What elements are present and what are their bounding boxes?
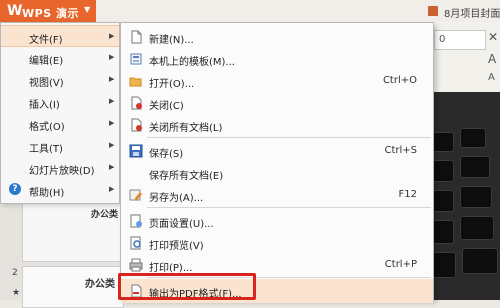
keyboard-image <box>460 186 492 208</box>
menu-item-tools[interactable]: 工具(T) ▶ <box>1 135 119 157</box>
menu-item-print-preview[interactable]: 打印预览(V) <box>121 231 433 255</box>
menu-item-label: 保存所有文档(E) <box>149 171 224 182</box>
font-grow-icon[interactable]: A <box>488 52 496 66</box>
submenu-arrow-icon: ▶ <box>109 141 115 149</box>
save-as-icon <box>129 189 142 201</box>
font-shrink-icon[interactable]: A <box>488 72 495 83</box>
menu-item-label: 打印预览(V) <box>149 241 204 252</box>
menu-item-label: 页面设置(U)... <box>149 219 214 230</box>
slide-thumbnail-text: 办公类 <box>91 210 119 220</box>
template-icon <box>130 53 142 65</box>
menu-item-slideshow[interactable]: 幻灯片放映(D) ▶ <box>1 157 119 179</box>
close-all-icon <box>131 118 142 132</box>
menu-item-new[interactable]: 新建(N)... <box>121 25 433 49</box>
keyboard-image <box>462 248 498 274</box>
menu-item-label: 保存(S) <box>149 149 184 160</box>
menu-item-shortcut: Ctrl+P <box>384 259 417 270</box>
title-bar: W WPS 演示 ▼ 8月项目封面 <box>0 0 500 23</box>
menu-item-label: 幻灯片放映(D) <box>29 166 95 177</box>
menu-item-save[interactable]: 保存(S) Ctrl+S <box>121 139 433 163</box>
menu-item-format[interactable]: 格式(O) ▶ <box>1 113 119 135</box>
wps-app-label: WPS 演示 <box>22 7 79 20</box>
wps-logo-icon: W <box>7 3 23 19</box>
menu-separator <box>147 207 431 208</box>
submenu-arrow-icon: ▶ <box>109 53 115 61</box>
slide-thumbnail[interactable]: 办公类 <box>22 266 124 308</box>
page-setup-icon <box>130 214 142 228</box>
menu-item-label: 视图(V) <box>29 78 64 89</box>
dropdown-arrow-icon: ▼ <box>84 5 91 14</box>
menu-item-label: 工具(T) <box>29 144 63 155</box>
wps-main-menu: 文件(F) ▶ 编辑(E) ▶ 视图(V) ▶ 插入(I) ▶ 格式(O) ▶ … <box>0 22 120 204</box>
clear-format-icon[interactable]: ✕ <box>488 30 498 44</box>
menu-item-label: 打印(P)... <box>149 263 193 274</box>
slide-thumbnail-text: 办公类 <box>85 279 115 290</box>
menu-item-shortcut: Ctrl+S <box>384 145 417 156</box>
menu-item-open[interactable]: 打开(O)... Ctrl+O <box>121 69 433 93</box>
font-size-value: 0 <box>439 34 446 45</box>
menu-item-label: 编辑(E) <box>29 56 64 67</box>
new-doc-icon <box>131 30 142 44</box>
font-size-input[interactable]: 0 <box>434 30 486 50</box>
print-preview-icon <box>130 236 141 250</box>
slides-panel: 办公类 2 ★ 办公类 <box>0 200 124 308</box>
submenu-arrow-icon: ▶ <box>109 97 115 105</box>
presentation-icon <box>428 6 438 16</box>
menu-item-label: 本机上的模板(M)... <box>149 57 235 68</box>
submenu-arrow-icon: ▶ <box>109 75 115 83</box>
menu-item-label: 另存为(A)... <box>149 193 204 204</box>
open-folder-icon <box>129 77 142 87</box>
document-title: 8月项目封面 <box>444 9 500 20</box>
file-submenu: 新建(N)... 本机上的模板(M)... 打开(O)... Ctrl+O 关闭… <box>120 22 434 303</box>
submenu-arrow-icon: ▶ <box>109 32 115 40</box>
slide-number: 2 <box>12 268 18 278</box>
menu-item-label: 关闭所有文档(L) <box>149 123 223 134</box>
menu-item-label: 关闭(C) <box>149 101 184 112</box>
menu-item-file[interactable]: 文件(F) ▶ <box>1 25 119 47</box>
keyboard-image <box>460 216 494 240</box>
menu-item-view[interactable]: 视图(V) ▶ <box>1 69 119 91</box>
menu-item-save-as[interactable]: 另存为(A)... F12 <box>121 183 433 207</box>
save-icon <box>129 144 143 158</box>
slide-thumbnail[interactable]: 办公类 <box>22 200 124 262</box>
menu-item-label: 打开(O)... <box>149 79 195 90</box>
menu-item-help[interactable]: ? 帮助(H) ▶ <box>1 179 119 201</box>
highlight-callout-box <box>118 273 256 300</box>
menu-item-close-all[interactable]: 关闭所有文档(L) <box>121 113 433 137</box>
menu-item-shortcut: F12 <box>398 189 417 200</box>
keyboard-image <box>460 156 490 178</box>
print-icon <box>129 258 143 272</box>
submenu-arrow-icon: ▶ <box>109 163 115 171</box>
menu-separator <box>147 137 431 138</box>
menu-item-label: 文件(F) <box>29 35 63 46</box>
menu-item-label: 插入(I) <box>29 100 60 111</box>
menu-item-insert[interactable]: 插入(I) ▶ <box>1 91 119 113</box>
menu-item-page-setup[interactable]: 页面设置(U)... <box>121 209 433 233</box>
menu-item-label: 新建(N)... <box>149 35 194 46</box>
wps-menu-button[interactable]: W WPS 演示 ▼ <box>0 0 96 22</box>
menu-item-local-templates[interactable]: 本机上的模板(M)... <box>121 47 433 71</box>
menu-item-label: 格式(O) <box>29 122 65 133</box>
submenu-arrow-icon: ▶ <box>109 185 115 193</box>
document-tab[interactable]: 8月项目封面 <box>428 0 500 22</box>
help-icon: ? <box>9 183 21 195</box>
close-doc-icon <box>131 96 142 110</box>
keyboard-image <box>460 128 486 148</box>
menu-item-close[interactable]: 关闭(C) <box>121 91 433 115</box>
menu-item-edit[interactable]: 编辑(E) ▶ <box>1 47 119 69</box>
submenu-arrow-icon: ▶ <box>109 119 115 127</box>
menu-item-shortcut: Ctrl+O <box>382 75 417 86</box>
slide-animation-star-icon: ★ <box>12 288 21 298</box>
menu-item-save-all[interactable]: 保存所有文档(E) <box>121 161 433 185</box>
menu-item-label: 帮助(H) <box>29 188 65 199</box>
